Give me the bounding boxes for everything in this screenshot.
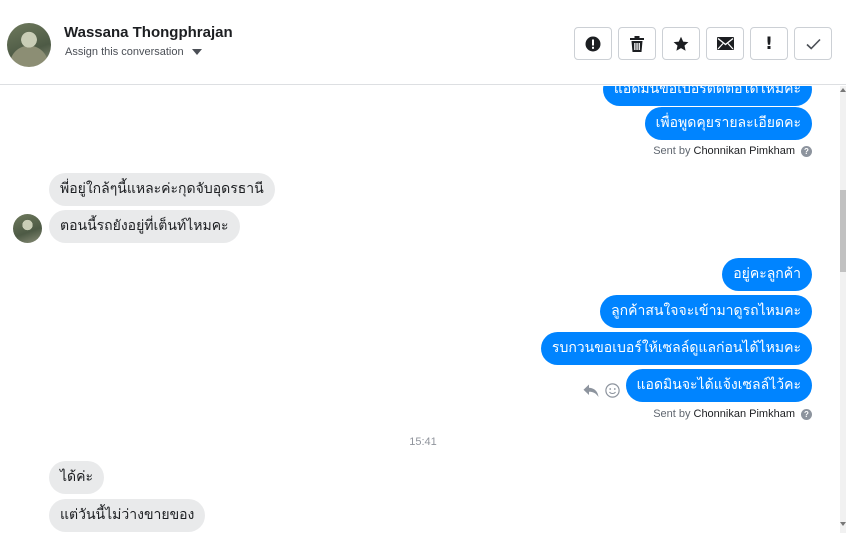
sent-by-prefix: Sent by <box>653 145 691 157</box>
sent-by-agent-name: Chonnikan Pimkham <box>693 408 796 420</box>
follow-up-button[interactable]: ! <box>750 27 788 60</box>
scrollbar-thumb[interactable] <box>840 190 846 272</box>
message-incoming[interactable]: ได้ค่ะ <box>49 461 105 494</box>
message-outgoing[interactable]: เพื่อพูดคุยรายละเอียดคะ <box>644 107 812 140</box>
contact-avatar[interactable] <box>7 23 51 67</box>
message-outgoing[interactable]: อยู่คะลูกค้า <box>722 258 812 291</box>
exclamation-icon: ! <box>765 33 773 54</box>
reply-icon[interactable] <box>583 384 599 398</box>
emoji-reaction-icon[interactable] <box>605 383 620 398</box>
contact-name[interactable]: Wassana Thongphrajan <box>64 24 233 41</box>
sent-by-info: Sent by Chonnikan Pimkham ? <box>653 145 812 157</box>
star-icon <box>673 36 689 51</box>
conversation-actions: ! <box>574 27 832 60</box>
trash-icon <box>630 35 644 52</box>
message-incoming[interactable]: แต่วันนี้ไม่ว่างขายของ <box>49 499 206 532</box>
mark-done-button[interactable] <box>794 27 832 60</box>
check-icon <box>805 38 821 50</box>
scroll-up-arrow-icon[interactable] <box>840 88 846 92</box>
star-button[interactable] <box>662 27 700 60</box>
delete-button[interactable] <box>618 27 656 60</box>
alert-circle-icon <box>585 36 601 51</box>
assign-conversation-dropdown[interactable]: Assign this conversation <box>65 46 202 58</box>
message-outgoing[interactable]: แอดมินจะได้แจ้งเซลล์ไว้คะ <box>625 369 812 402</box>
mark-spam-button[interactable] <box>574 27 612 60</box>
scrollbar-track[interactable] <box>840 86 846 533</box>
contact-avatar-small[interactable] <box>13 214 42 243</box>
sent-by-prefix: Sent by <box>653 408 691 420</box>
help-icon[interactable]: ? <box>801 408 812 420</box>
message-thread[interactable]: แอดมินขอเบอร์ติดต่อได้ไหมคะ เพื่อพูดคุยร… <box>0 86 838 533</box>
chevron-down-icon <box>191 49 202 55</box>
scroll-down-arrow-icon[interactable] <box>840 522 846 526</box>
message-tools <box>583 383 620 398</box>
mark-unread-button[interactable] <box>706 27 744 60</box>
envelope-icon <box>716 37 734 50</box>
message-outgoing[interactable]: แอดมินขอเบอร์ติดต่อได้ไหมคะ <box>602 86 812 106</box>
help-icon[interactable]: ? <box>801 145 812 157</box>
conversation-header: Wassana Thongphrajan Assign this convers… <box>0 0 846 85</box>
message-timestamp: 15:41 <box>409 436 437 448</box>
sent-by-agent-name: Chonnikan Pimkham <box>693 145 796 157</box>
assign-label: Assign this conversation <box>65 46 184 58</box>
message-incoming[interactable]: ตอนนี้รถยังอยู่ที่เต็นท์ไหมคะ <box>49 210 240 243</box>
message-incoming[interactable]: พี่อยู่ใกล้ๆนี้แหละค่ะกุดจับอุดรธานี <box>49 173 275 206</box>
message-outgoing[interactable]: รบกวนขอเบอร์ให้เซลล์ดูแลก่อนได้ไหมคะ <box>540 332 812 365</box>
sent-by-info: Sent by Chonnikan Pimkham ? <box>653 408 812 420</box>
message-outgoing[interactable]: ลูกค้าสนใจจะเข้ามาดูรถไหมคะ <box>600 295 812 328</box>
